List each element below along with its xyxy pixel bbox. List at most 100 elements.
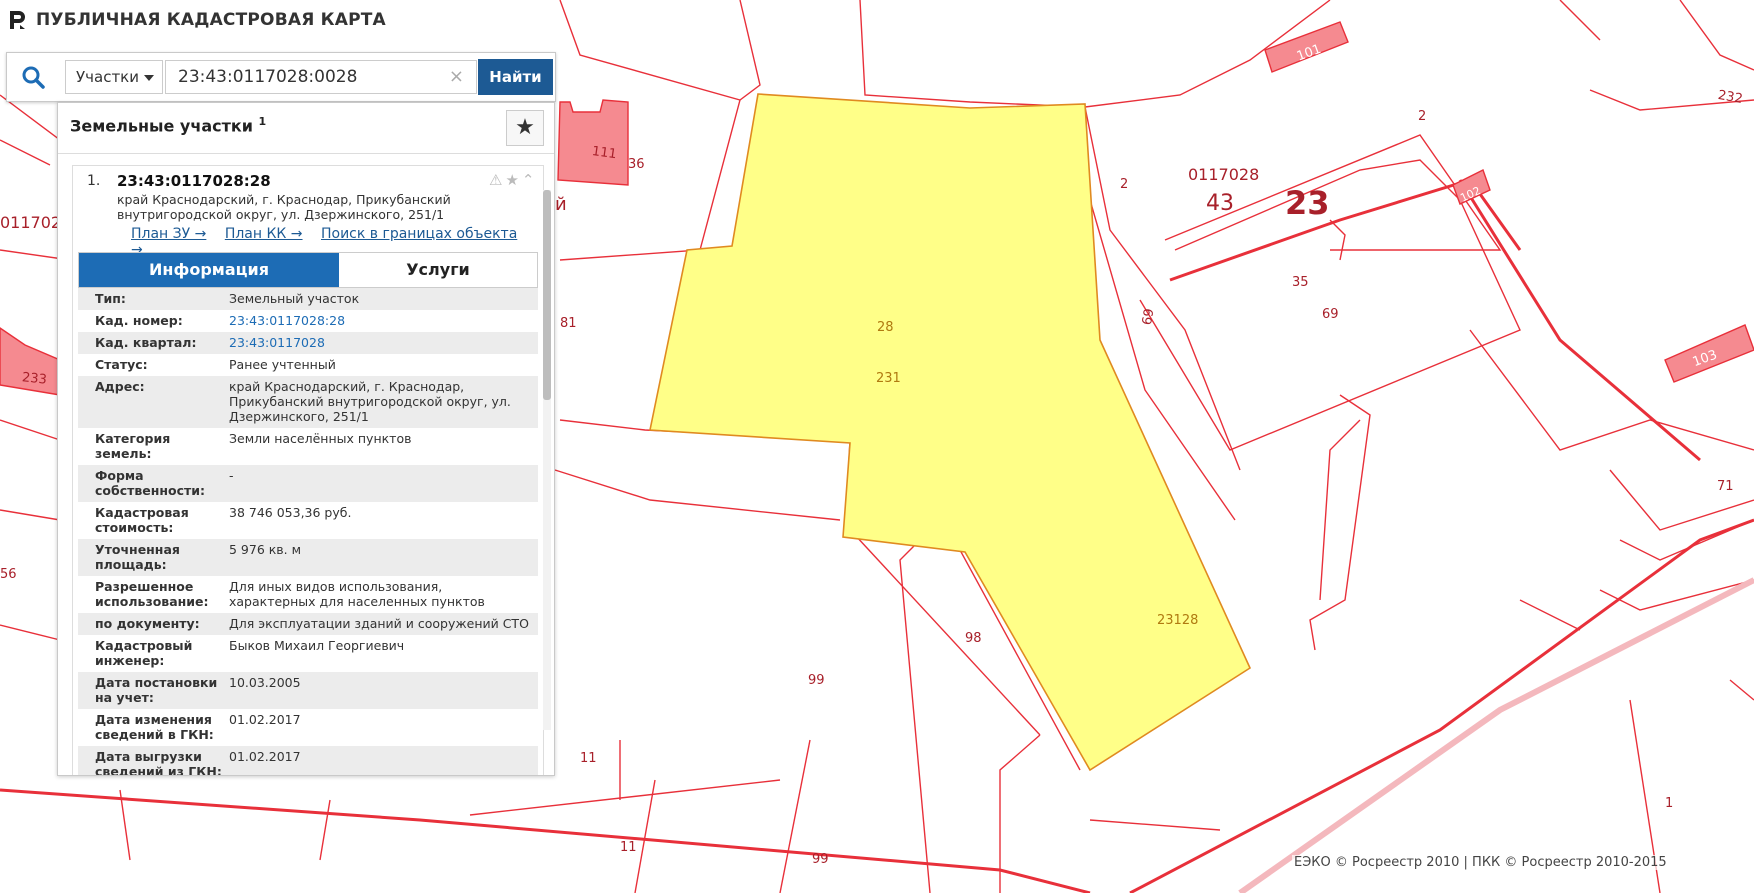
map-label: 23128 [1157,613,1198,628]
table-row: Категория земель: Земли населённых пункто… [78,428,538,465]
map-label: 35 [1292,275,1309,290]
parcel-boundary [779,739,811,893]
search-bar: Участки 23:43:0117028:0028 × Найти [6,52,556,102]
result-cad-number[interactable]: 23:43:0117028:28 [117,172,271,190]
map-label: й [555,194,567,215]
map-label: 11 [580,751,597,766]
favorites-button[interactable]: ★ [506,110,544,146]
map-label: 36 [628,157,645,172]
table-row: Кад. квартал: 23:43:0117028 [78,332,538,354]
row-value: край Краснодарский, г. Краснодар, Прикуб… [229,379,511,424]
parcel-boundary [469,779,781,816]
find-button[interactable]: Найти [478,59,553,95]
table-row: Кадастровая стоимость: 38 746 053,36 руб. [78,502,538,539]
table-row: Дата изменения сведений в ГКН: 01.02.2017 [78,709,538,746]
parcel-boundary [1319,419,1361,601]
map-label: 1 [1665,796,1673,811]
search-input[interactable]: 23:43:0117028:0028 × [165,60,477,94]
row-label: Кад. квартал: [95,335,197,350]
row-label: Тип: [95,291,126,306]
plan-kk-link[interactable]: План КК → [225,226,303,242]
parcel-boundary [1679,0,1754,71]
map-label: 56 [0,567,17,582]
parcel-boundary [634,779,656,893]
map-label: 2 [1120,177,1128,192]
map-label: 69 [1322,307,1339,322]
table-row: Дата постановки на учет: 10.03.2005 [78,672,538,709]
parcel-boundary [1519,599,1581,631]
road-line [0,788,1091,893]
row-label: Кад. номер: [95,313,183,328]
panel-header: Земельные участки 1 ★ [58,103,554,154]
row-value: Ранее учтенный [229,357,336,372]
plan-zu-link[interactable]: План ЗУ → [131,226,206,242]
row-label: Дата постановки на учет: [95,675,218,705]
row-value: 5 976 кв. м [229,542,302,557]
table-row: Разрешенное использование: Для иных видов… [78,576,538,613]
row-label: Уточненная площадь: [95,542,180,572]
parcel-boundary [1329,219,1346,261]
map-label: 99 [812,852,829,867]
map-label: 2 [1418,109,1426,124]
app-header: ПУБЛИЧНАЯ КАДАСТРОВАЯ КАРТА [0,0,386,40]
parcel-boundary [1139,199,1521,451]
row-label: Статус: [95,357,148,372]
tab-information[interactable]: Информация [79,253,339,287]
table-row: Статус: Ранее учтенный [78,354,538,376]
parcel-boundary [999,734,1041,893]
row-label: Дата изменения сведений в ГКН: [95,712,214,742]
map-attribution: ЕЭКО © Росреестр 2010 | ПКК © Росреестр … [1292,855,1669,870]
info-table: Тип: Земельный участок Кад. номер: 23:43:0… [78,288,538,776]
parcel-boundary [1089,819,1221,831]
row-value: Земли населённых пунктов [229,431,412,446]
result-card: 1. 23:43:0117028:28 край Краснодарский, … [72,165,544,776]
parcel-boundary [0,419,61,441]
building [557,99,629,186]
rail-line [1238,577,1754,893]
tab-services[interactable]: Услуги [339,253,537,287]
panel-title: Земельные участки 1 [70,115,266,135]
parcel-boundary [319,799,331,861]
map-label: 232 [1717,88,1744,107]
search-type-select[interactable]: Участки [65,60,163,94]
map-label: 233 [21,370,47,388]
rosreestr-logo-icon [10,11,25,29]
map-label: 0117028 [1188,165,1259,184]
map-label: 43 [1206,191,1234,216]
parcel-boundary [1309,394,1371,651]
row-value: Для эксплуатации зданий и сооружений СТО [229,616,529,631]
row-value: Земельный участок [229,291,360,306]
row-label: Дата выгрузки сведений из ГКН: [95,749,222,776]
search-icon[interactable] [21,65,45,89]
row-value: 38 746 053,36 руб. [229,505,352,520]
result-tabs: Информация Услуги [78,252,538,288]
table-row: Кадастровый инженер: Быков Михаил Георгие… [78,635,538,672]
clear-icon[interactable]: × [449,61,464,93]
table-row: по документу: Для эксплуатации зданий и с… [78,613,538,635]
table-row: Адрес: край Краснодарский, г. Краснодар, … [78,376,538,428]
road-line [1458,179,1701,462]
row-value-link[interactable]: 23:43:0117028 [229,335,538,350]
row-label: Форма собственности: [95,468,206,498]
parcel-boundary [899,539,931,893]
parcel-boundary [0,139,51,166]
parcel-boundary [1559,0,1601,41]
table-row: Тип: Земельный участок [78,288,538,310]
map-label: 23 [1285,184,1330,222]
row-value: 01.02.2017 [229,749,301,764]
result-number: 1. [87,173,101,189]
parcel-boundary [0,509,61,521]
app-title: ПУБЛИЧНАЯ КАДАСТРОВАЯ КАРТА [36,10,386,30]
map-label: 98 [965,631,982,646]
selected-parcel[interactable] [649,93,1252,772]
table-row: Дата выгрузки сведений из ГКН: 01.02.2017 [78,746,538,776]
row-value-link[interactable]: 23:43:0117028:28 [229,313,538,328]
map-label: 69 [1140,307,1158,326]
search-type-label: Участки [76,68,139,86]
parcel-boundary [0,624,61,641]
result-actions-icon[interactable]: ⚠★⌃ [489,171,537,189]
row-label: Адрес: [95,379,145,394]
row-label: по документу: [95,616,200,631]
map-label: 28 [877,320,894,335]
panel-scrollbar-thumb[interactable] [543,190,551,400]
